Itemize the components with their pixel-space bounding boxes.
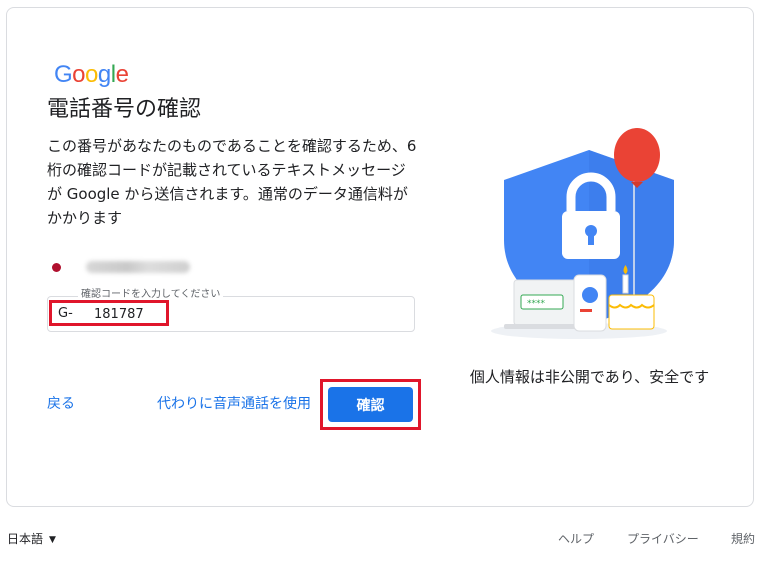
confirm-highlight-box: 確認 bbox=[320, 379, 421, 430]
logo-letter: o bbox=[72, 61, 86, 88]
back-link[interactable]: 戻る bbox=[47, 395, 75, 413]
privacy-link[interactable]: プライバシー bbox=[627, 531, 699, 547]
phone-number-blurred bbox=[86, 261, 190, 273]
confirm-button[interactable]: 確認 bbox=[328, 387, 413, 422]
flag-dot-icon bbox=[52, 263, 61, 272]
terms-link[interactable]: 規約 bbox=[731, 531, 755, 547]
logo-letter: o bbox=[85, 61, 98, 88]
verification-code-field[interactable]: 確認コードを入力してください G- bbox=[47, 288, 415, 332]
cake-icon bbox=[608, 294, 655, 330]
candle-icon bbox=[622, 274, 629, 294]
keyhole-slot bbox=[588, 233, 594, 245]
page-description: この番号があなたのものであることを確認するため、6 桁の確認コードが記載されてい… bbox=[47, 137, 417, 227]
google-logo: Google bbox=[54, 60, 129, 90]
voice-call-link[interactable]: 代わりに音声通話を使用 bbox=[157, 395, 311, 413]
page-title: 電話番号の確認 bbox=[47, 97, 202, 122]
language-selector[interactable]: 日本語 ▼ bbox=[7, 531, 56, 548]
privacy-caption: 個人情報は非公開であり、安全です bbox=[469, 368, 710, 386]
privacy-illustration: **** bbox=[491, 128, 674, 339]
logo-letter: G bbox=[54, 61, 73, 88]
logo-letter: e bbox=[115, 61, 129, 88]
caret-down-icon: ▼ bbox=[49, 535, 56, 545]
help-link[interactable]: ヘルプ bbox=[558, 531, 594, 547]
avatar-icon bbox=[582, 287, 598, 303]
balloon-icon bbox=[614, 128, 660, 182]
language-label: 日本語 bbox=[7, 532, 44, 546]
verification-code-input[interactable] bbox=[94, 303, 394, 325]
password-mask: **** bbox=[527, 299, 546, 309]
logo-letter: g bbox=[97, 61, 111, 88]
code-prefix: G- bbox=[58, 306, 73, 321]
phone-line-shape bbox=[580, 309, 592, 312]
